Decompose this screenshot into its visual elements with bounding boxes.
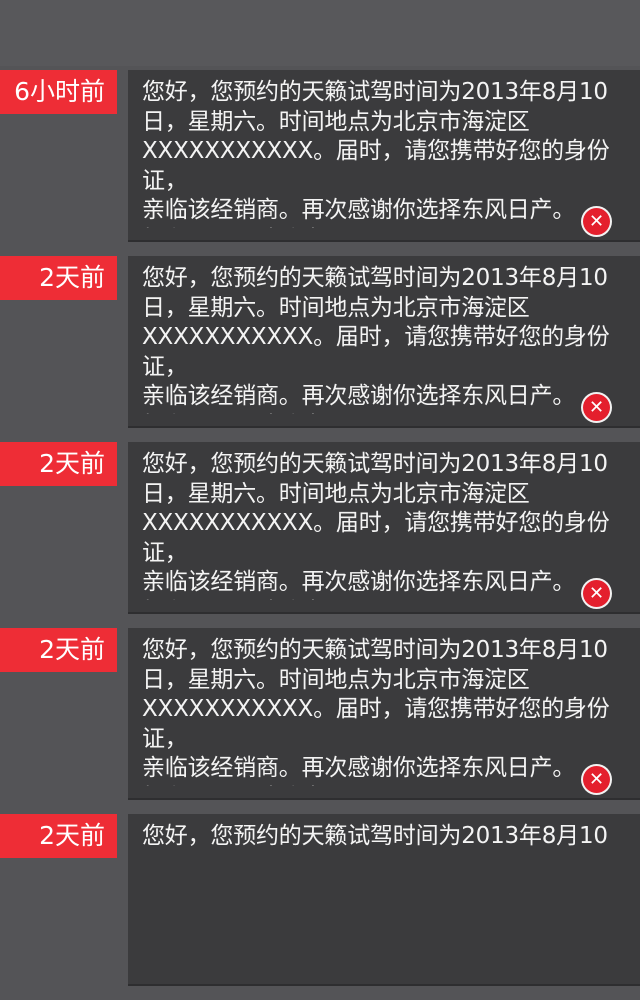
top-bar — [0, 0, 640, 66]
list-item: 6小时前 您好，您预约的天籁试驾时间为2013年8月10 日，星期六。时间地点为… — [0, 70, 640, 256]
close-icon[interactable]: ✕ — [583, 394, 610, 421]
message-text: 您好，您预约的天籁试驾时间为2013年8月10 日，星期六。时间地点为北京市海淀… — [142, 79, 610, 228]
time-badge: 2天前 — [0, 256, 117, 300]
time-badge: 2天前 — [0, 814, 117, 858]
time-badge: 6小时前 — [0, 70, 117, 114]
message-text: 您好，您预约的天籁试驾时间为2013年8月10 — [142, 823, 608, 849]
message-card[interactable]: 您好，您预约的天籁试驾时间为2013年8月10 — [128, 814, 640, 986]
list-item: 2天前 您好，您预约的天籁试驾时间为2013年8月10 日，星期六。时间地点为北… — [0, 256, 640, 442]
list-item: 2天前 您好，您预约的天籁试驾时间为2013年8月10 日，星期六。时间地点为北… — [0, 442, 640, 628]
message-card[interactable]: 您好，您预约的天籁试驾时间为2013年8月10 日，星期六。时间地点为北京市海淀… — [128, 628, 640, 800]
message-card[interactable]: 您好，您预约的天籁试驾时间为2013年8月10 日，星期六。时间地点为北京市海淀… — [128, 70, 640, 242]
message-card[interactable]: 您好，您预约的天籁试驾时间为2013年8月10 日，星期六。时间地点为北京市海淀… — [128, 256, 640, 428]
close-icon[interactable]: ✕ — [583, 766, 610, 793]
message-text: 您好，您预约的天籁试驾时间为2013年8月10 日，星期六。时间地点为北京市海淀… — [142, 637, 610, 786]
time-badge: 2天前 — [0, 628, 117, 672]
time-badge: 2天前 — [0, 442, 117, 486]
message-text: 您好，您预约的天籁试驾时间为2013年8月10 日，星期六。时间地点为北京市海淀… — [142, 451, 610, 600]
message-text: 您好，您预约的天籁试驾时间为2013年8月10 日，星期六。时间地点为北京市海淀… — [142, 265, 610, 414]
list-item: 2天前 您好，您预约的天籁试驾时间为2013年8月10 日，星期六。时间地点为北… — [0, 628, 640, 814]
close-icon[interactable]: ✕ — [583, 580, 610, 607]
notification-list: 6小时前 您好，您预约的天籁试驾时间为2013年8月10 日，星期六。时间地点为… — [0, 70, 640, 1000]
message-card[interactable]: 您好，您预约的天籁试驾时间为2013年8月10 日，星期六。时间地点为北京市海淀… — [128, 442, 640, 614]
close-icon[interactable]: ✕ — [583, 208, 610, 235]
list-item: 2天前 您好，您预约的天籁试驾时间为2013年8月10 — [0, 814, 640, 1000]
